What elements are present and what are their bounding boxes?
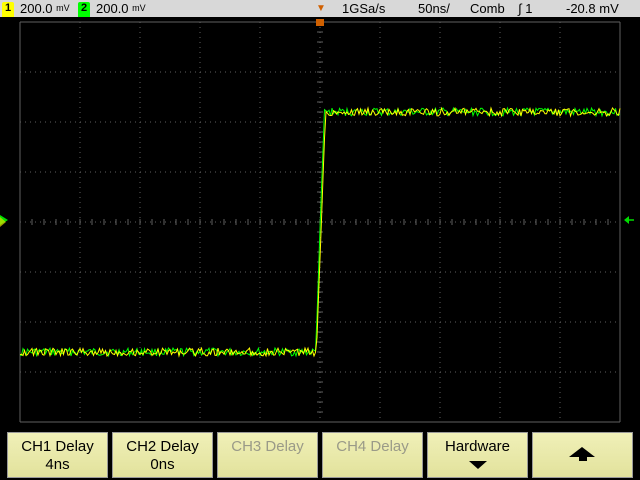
softkey-label: CH1 Delay xyxy=(21,438,94,455)
softkey-value: 4ns xyxy=(45,456,70,473)
softkey-label: CH4 Delay xyxy=(336,438,409,455)
ch2-scale[interactable]: 200.0 mV xyxy=(96,0,146,17)
waveform-traces xyxy=(19,106,621,358)
ch1-delay-softkey[interactable]: CH1 Delay 4ns xyxy=(7,432,108,478)
ch1-scale-value: 200.0 xyxy=(20,1,53,16)
hardware-softkey[interactable]: Hardware xyxy=(427,432,528,478)
arrow-down-icon xyxy=(469,461,487,469)
ch4-delay-softkey: CH4 Delay xyxy=(322,432,423,478)
softkey-label: CH3 Delay xyxy=(231,438,304,455)
status-bar: 1 200.0 mV 2 200.0 mV ▼ 1GSa/s 50ns/ Com… xyxy=(0,0,640,19)
softkey-label: CH2 Delay xyxy=(126,438,199,455)
ch2-scale-unit: mV xyxy=(132,3,146,13)
trigger-level[interactable]: -20.8 mV xyxy=(566,0,619,17)
arrow-up-stem xyxy=(579,457,587,461)
back-up-softkey[interactable] xyxy=(532,432,633,478)
softkey-value: 0ns xyxy=(150,456,175,473)
trigger-source: 1 xyxy=(525,1,533,16)
waveform-display[interactable] xyxy=(0,17,640,428)
ch2-delay-softkey[interactable]: CH2 Delay 0ns xyxy=(112,432,213,478)
trigger-edge-icon: ∫ xyxy=(518,1,522,16)
ch3-delay-softkey: CH3 Delay xyxy=(217,432,318,478)
arrow-up-icon xyxy=(569,447,595,457)
sample-rate: 1GSa/s xyxy=(342,1,386,16)
timebase[interactable]: 50ns/ xyxy=(418,0,450,17)
acquisition-mode[interactable]: Comb xyxy=(470,0,505,17)
softkey-menu: CH1 Delay 4ns CH2 Delay 0ns CH3 Delay CH… xyxy=(0,428,640,480)
ch2-waveform xyxy=(19,106,621,358)
trigger-info[interactable]: ∫ 1 xyxy=(518,0,532,17)
ch1-scale[interactable]: 200.0 mV xyxy=(20,0,70,17)
trigger-position-icon: ▼ xyxy=(316,3,326,14)
ch1-scale-unit: mV xyxy=(56,3,70,13)
ch2-scale-value: 200.0 xyxy=(96,1,129,16)
softkey-label: Hardware xyxy=(444,438,511,455)
